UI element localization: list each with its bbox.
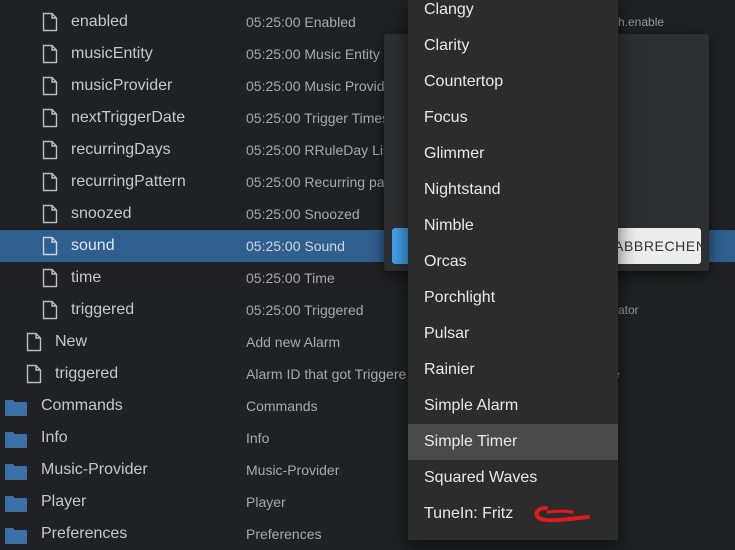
tree-row-description: 05:25:00 Snoozed xyxy=(246,206,360,222)
tree-row-description: Preferences xyxy=(246,526,322,542)
tree-row-description: 05:25:00 Enabled xyxy=(246,14,356,30)
tree-row[interactable]: Info Info xyxy=(0,422,735,454)
tree-row-name: triggered xyxy=(71,301,135,318)
folder-icon xyxy=(4,399,28,422)
file-icon xyxy=(42,44,58,69)
dropdown-option[interactable]: Glimmer xyxy=(408,136,618,172)
tree-row-name: Info xyxy=(41,429,68,446)
tree-row-description: Add new Alarm xyxy=(246,334,341,350)
tree-row-description: Commands xyxy=(246,398,318,414)
dropdown-option[interactable]: Nightstand xyxy=(408,172,618,208)
file-icon xyxy=(42,108,58,133)
tree-row[interactable]: Player Player xyxy=(0,486,735,518)
tree-row-name: Commands xyxy=(41,397,123,414)
tree-row[interactable]: triggered 05:25:00 Triggered ator xyxy=(0,294,735,326)
dropdown-option[interactable]: Squared Waves xyxy=(408,460,618,496)
tree-row-name: nextTriggerDate xyxy=(71,109,186,126)
tree-row-description: 05:25:00 Sound xyxy=(246,238,345,254)
file-icon xyxy=(42,76,58,101)
tree-row-description: Alarm ID that got Triggere xyxy=(246,366,407,382)
tree-row-description: Player xyxy=(246,494,286,510)
file-icon xyxy=(42,172,58,197)
file-icon xyxy=(42,12,58,37)
tree-row[interactable]: New Add new Alarm xyxy=(0,326,735,358)
file-icon xyxy=(42,268,58,293)
tree-row-description: 05:25:00 Music Provid xyxy=(246,78,385,94)
dropdown-option[interactable]: Simple Timer xyxy=(408,424,618,460)
file-icon xyxy=(42,140,58,165)
dropdown-option[interactable]: Pulsar xyxy=(408,316,618,352)
red-annotation-scribble xyxy=(534,506,590,523)
file-icon xyxy=(26,332,42,357)
folder-icon xyxy=(4,495,28,518)
file-icon xyxy=(42,300,58,325)
tree-row[interactable]: Commands Commands xyxy=(0,390,735,422)
tree-row-name: time xyxy=(71,269,102,286)
sound-dropdown-menu: Clangy Clarity Countertop Focus Glimmer Night… xyxy=(408,0,618,540)
dropdown-option[interactable]: Focus xyxy=(408,100,618,136)
dropdown-option[interactable]: Countertop xyxy=(408,64,618,100)
tree-row-name: Music-Provider xyxy=(41,461,148,478)
dropdown-option[interactable]: Nimble xyxy=(408,208,618,244)
tree-row[interactable]: triggeredAlarm ID that got Triggeree xyxy=(0,358,735,390)
tree-row-name: musicProvider xyxy=(71,77,173,94)
folder-icon xyxy=(4,527,28,550)
file-icon xyxy=(42,204,58,229)
tree-row-description: 05:25:00 Music Entity xyxy=(246,46,380,62)
dropdown-option[interactable]: Clangy xyxy=(408,0,618,28)
tree-row-extra: ator xyxy=(618,303,639,317)
tree-row-description: Music-Provider xyxy=(246,462,340,478)
tree-row-name: Preferences xyxy=(41,525,128,542)
folder-icon xyxy=(4,463,28,486)
dropdown-option[interactable]: Clarity xyxy=(408,28,618,64)
tree-row-description: 05:25:00 Time xyxy=(246,270,335,286)
tree-row-name: musicEntity xyxy=(71,45,153,62)
file-icon xyxy=(42,236,58,261)
dropdown-option[interactable]: Porchlight xyxy=(408,280,618,316)
tree-row-name: recurringDays xyxy=(71,141,171,158)
tree-row-description: 05:25:00 RRuleDay List xyxy=(246,142,394,158)
tree-row-description: Info xyxy=(246,430,270,446)
tree-row[interactable]: Music-Provider Music-Provider xyxy=(0,454,735,486)
tree-row-name: snoozed xyxy=(71,205,132,222)
dropdown-option[interactable]: Simple Alarm xyxy=(408,388,618,424)
tree-row-name: New xyxy=(55,333,88,350)
tree-row-description: 05:25:00 Recurring pat xyxy=(246,174,389,190)
tree-row-name: sound xyxy=(71,237,115,254)
tree-row-description: 05:25:00 Trigger Times xyxy=(246,110,390,126)
dropdown-option[interactable]: Rainier xyxy=(408,352,618,388)
tree-row-name: triggered xyxy=(55,365,119,382)
folder-icon xyxy=(4,431,28,454)
file-icon xyxy=(26,364,42,389)
tree-row-name: recurringPattern xyxy=(71,173,186,190)
tree-row[interactable]: Preferences Preferences xyxy=(0,518,735,550)
tree-row-name: enabled xyxy=(71,13,128,30)
dropdown-option[interactable]: Orcas xyxy=(408,244,618,280)
tree-row-name: Player xyxy=(41,493,87,510)
tree-row-description: 05:25:00 Triggered xyxy=(246,302,364,318)
tree-row-extra: h.enable xyxy=(618,15,665,29)
